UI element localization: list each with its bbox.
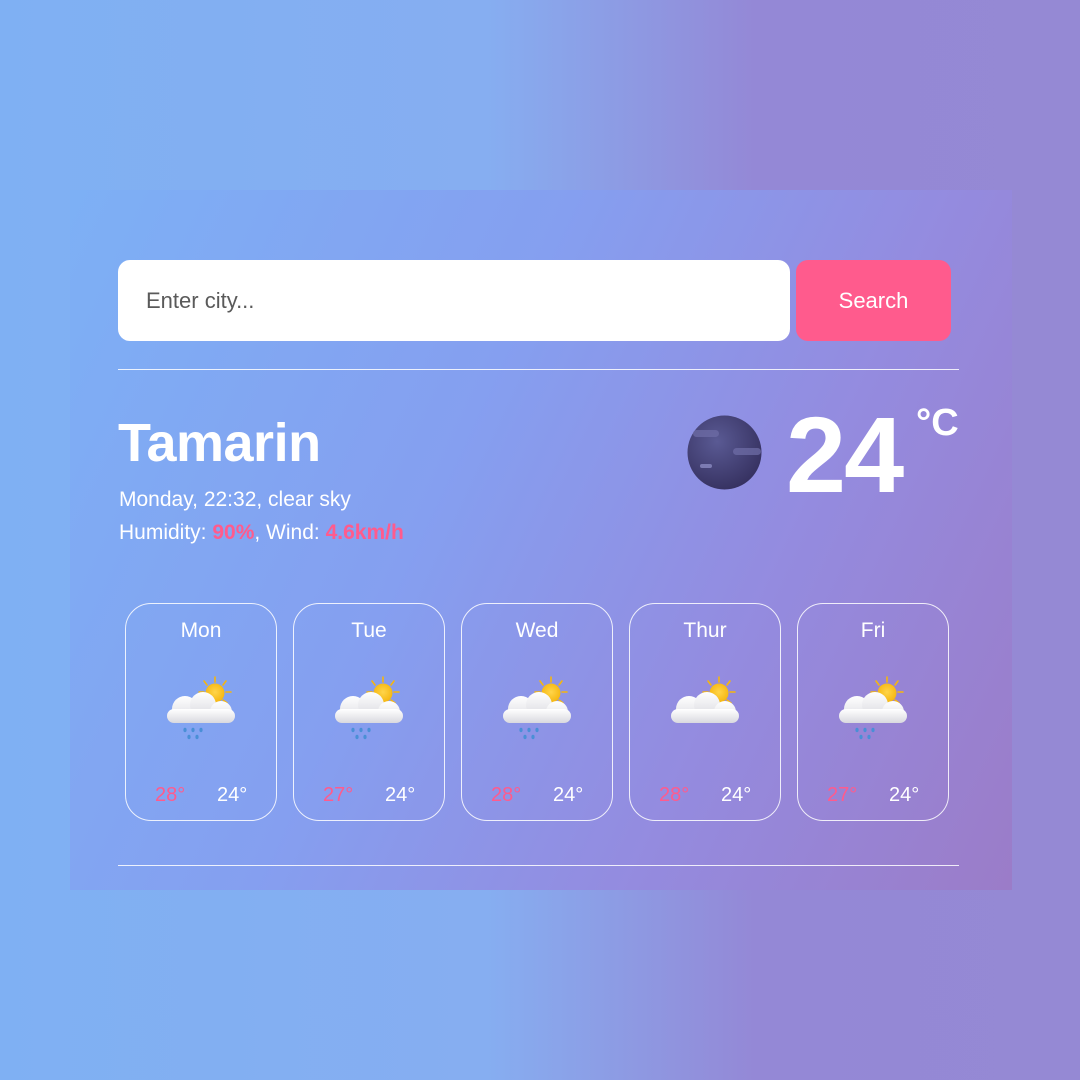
wind-value: 4.6km/h <box>325 521 404 544</box>
current-details: Monday, 22:32, clear sky Humidity: 90%, … <box>119 483 404 549</box>
forecast-low: 24° <box>385 784 416 806</box>
bottom-divider <box>118 865 959 866</box>
forecast-low: 24° <box>889 784 920 806</box>
night-clear-moon-icon <box>687 415 762 490</box>
forecast-day-name: Mon <box>180 619 222 642</box>
search-button[interactable]: Search <box>796 260 951 341</box>
forecast-day-mon: Mon 28° 24° <box>125 603 277 821</box>
forecast-day-thur: Thur 28° 24° <box>629 603 781 821</box>
forecast-day-name: Tue <box>351 619 387 642</box>
search-bar: Search <box>118 260 951 341</box>
rain-cloud-sun-icon <box>835 674 915 742</box>
humidity-value: 90% <box>212 521 255 544</box>
current-temperature: 24 <box>786 394 904 515</box>
forecast-day-wed: Wed 28° 24° <box>461 603 613 821</box>
humidity-wind-line: Humidity: 90%, Wind: 4.6km/h <box>119 516 404 549</box>
day-time-description: Monday, 22:32, clear sky <box>119 488 351 511</box>
wind-label: , Wind: <box>254 521 326 544</box>
rain-cloud-sun-icon <box>499 674 579 742</box>
forecast-low: 24° <box>553 784 584 806</box>
forecast-day-name: Wed <box>515 619 559 642</box>
forecast-high: 28° <box>491 784 522 806</box>
forecast-high: 27° <box>827 784 858 806</box>
forecast-list: Mon 28° 24° Tue 27° 24° Wed 28° 24° Thur… <box>125 603 953 823</box>
rain-cloud-sun-icon <box>163 674 243 742</box>
forecast-high: 27° <box>323 784 354 806</box>
temperature-unit: °C <box>916 402 959 444</box>
forecast-high: 28° <box>155 784 186 806</box>
weather-card: Search Tamarin Monday, 22:32, clear sky … <box>70 190 1012 890</box>
forecast-high: 28° <box>659 784 690 806</box>
cloud-sun-icon <box>667 674 747 742</box>
forecast-day-name: Fri <box>860 619 886 642</box>
rain-cloud-sun-icon <box>331 674 411 742</box>
forecast-day-fri: Fri 27° 24° <box>797 603 949 821</box>
humidity-label: Humidity: <box>119 521 213 544</box>
top-divider <box>118 369 959 370</box>
city-name: Tamarin <box>118 413 321 473</box>
forecast-day-tue: Tue 27° 24° <box>293 603 445 821</box>
forecast-day-name: Thur <box>683 619 727 642</box>
city-search-input[interactable] <box>118 260 790 341</box>
forecast-low: 24° <box>721 784 752 806</box>
forecast-low: 24° <box>217 784 248 806</box>
